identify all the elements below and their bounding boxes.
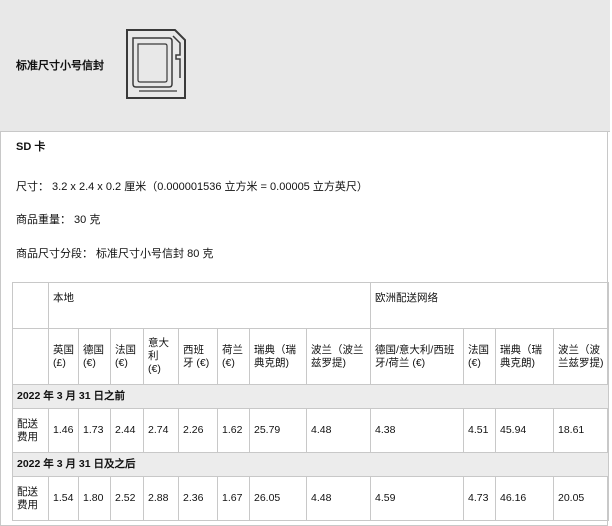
item-size-tier: 商品尺寸分段： 标准尺寸小号信封 80 克: [16, 248, 214, 260]
group-local: 本地: [48, 282, 371, 329]
fee-cell: 46.16: [495, 476, 554, 521]
column-header: 德国 (€): [78, 328, 111, 385]
column-header: 法国 (€): [463, 328, 496, 385]
group-efn: 欧洲配送网络: [370, 282, 609, 329]
column-header: 波兰（波兰兹罗提): [553, 328, 609, 385]
group-header-row: 本地 欧洲配送网络: [12, 282, 609, 329]
fee-cell: 1.67: [217, 476, 250, 521]
size-tier-header: 标准尺寸小号信封: [0, 0, 610, 132]
fee-cell: 1.73: [78, 408, 111, 453]
fee-cell: 2.52: [110, 476, 144, 521]
fee-cell: 1.46: [48, 408, 79, 453]
fee-cell: 2.44: [110, 408, 144, 453]
fee-cell: 2.36: [178, 476, 218, 521]
table-row: 配送费用 1.54 1.80 2.52 2.88 2.36 1.67 26.05…: [12, 476, 609, 521]
fulfilment-fee-table: 本地 欧洲配送网络 英国 (£) 德国 (€) 法国 (€) 意大利 (€) 西…: [12, 282, 609, 521]
column-header: 瑞典（瑞典克朗): [495, 328, 554, 385]
fee-cell: 2.74: [143, 408, 179, 453]
column-header: 英国 (£): [48, 328, 79, 385]
row-label: 配送费用: [12, 408, 49, 453]
fee-cell: 1.54: [48, 476, 79, 521]
fee-cell: 4.38: [370, 408, 464, 453]
row-label: 配送费用: [12, 476, 49, 521]
fee-cell: 4.48: [306, 476, 371, 521]
column-header-row: 英国 (£) 德国 (€) 法国 (€) 意大利 (€) 西班牙 (€) 荷兰 …: [12, 328, 609, 385]
section-label: 2022 年 3 月 31 日之前: [12, 384, 609, 409]
column-header-empty: [12, 328, 49, 385]
column-header: 西班牙 (€): [178, 328, 218, 385]
column-header: 波兰（波兰兹罗提): [306, 328, 371, 385]
section-header-row: 2022 年 3 月 31 日之前: [12, 384, 609, 409]
table-row: 配送费用 1.46 1.73 2.44 2.74 2.26 1.62 25.79…: [12, 408, 609, 453]
fee-cell: 45.94: [495, 408, 554, 453]
item-name: SD 卡: [16, 141, 46, 153]
fee-cell: 4.51: [463, 408, 496, 453]
section-header-row: 2022 年 3 月 31 日及之后: [12, 452, 609, 477]
fee-cell: 1.80: [78, 476, 111, 521]
table-corner-cell: [12, 282, 49, 329]
fee-cell: 2.26: [178, 408, 218, 453]
fee-cell: 18.61: [553, 408, 609, 453]
size-tier-title: 标准尺寸小号信封: [16, 60, 104, 72]
fee-cell: 2.88: [143, 476, 179, 521]
section-label: 2022 年 3 月 31 日及之后: [12, 452, 609, 477]
item-weight: 商品重量： 30 克: [16, 214, 101, 226]
fee-cell: 26.05: [249, 476, 307, 521]
column-header: 法国 (€): [110, 328, 144, 385]
fee-cell: 1.62: [217, 408, 250, 453]
column-header: 荷兰 (€): [217, 328, 250, 385]
fee-cell: 25.79: [249, 408, 307, 453]
column-header: 瑞典（瑞典克朗): [249, 328, 307, 385]
fee-cell: 4.73: [463, 476, 496, 521]
column-header: 意大利 (€): [143, 328, 179, 385]
fee-cell: 4.48: [306, 408, 371, 453]
column-header: 德国/意大利/西班牙/荷兰 (€): [370, 328, 464, 385]
fee-cell: 20.05: [553, 476, 609, 521]
item-dimensions: 尺寸： 3.2 x 2.4 x 0.2 厘米（0.000001536 立方米 =…: [16, 181, 368, 193]
fee-cell: 4.59: [370, 476, 464, 521]
sd-card-icon: [126, 29, 186, 99]
